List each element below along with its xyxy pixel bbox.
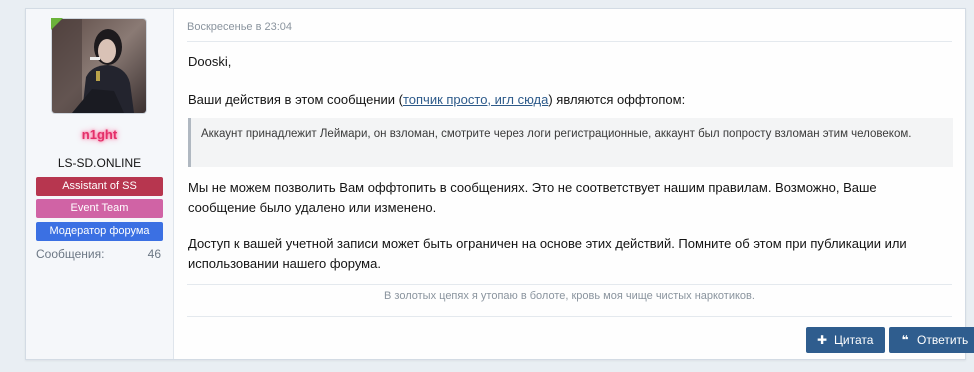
forum-post: n1ght LS-SD.ONLINE Assistant of SS Event…: [25, 8, 974, 360]
quote-button-label: Цитата: [834, 333, 874, 347]
quote-button[interactable]: ✚ Цитата: [806, 327, 885, 353]
access-paragraph: Доступ к вашей учетной записи может быть…: [188, 236, 907, 271]
divider: [187, 41, 952, 42]
message-count-label: Сообщения:: [36, 247, 105, 261]
actions-prefix: Ваши действия в этом сообщении (: [188, 92, 403, 107]
actions-paragraph: Ваши действия в этом сообщении (топчик п…: [188, 90, 685, 110]
message-count: Сообщения: 46: [36, 247, 163, 261]
user-avatar[interactable]: [51, 18, 147, 114]
user-banner-event-team: Event Team: [36, 199, 163, 218]
quote-block: Аккаунт принадлежит Леймари, он взломан,…: [188, 118, 953, 167]
quote-marks-icon: ❝: [901, 333, 909, 347]
reply-button[interactable]: ❝ Ответить: [889, 327, 974, 353]
rules-paragraph: Мы не можем позволить Вам оффтопить в со…: [188, 180, 877, 215]
plus-icon: ✚: [816, 333, 828, 347]
signature-divider-bottom: [187, 316, 952, 317]
username[interactable]: n1ght: [26, 127, 173, 142]
user-banner-assistant: Assistant of SS: [36, 177, 163, 196]
post-content: Воскресенье в 23:04 Dooski, Ваши действи…: [174, 9, 974, 359]
actions-suffix: ) являются оффтопом:: [548, 92, 686, 107]
online-indicator: [51, 18, 63, 30]
user-banner-moderator: Модератор форума: [36, 222, 163, 241]
offtopic-message-link[interactable]: топчик просто, игл сюда: [403, 92, 548, 107]
post-date[interactable]: Воскресенье в 23:04: [187, 21, 292, 33]
user-title: LS-SD.ONLINE: [57, 156, 142, 170]
user-signature: В золотых цепях я утопаю в болоте, кровь…: [384, 290, 755, 302]
greeting-text: Dooski,: [188, 54, 232, 69]
signature-divider-top: [187, 284, 952, 285]
user-info-panel: n1ght LS-SD.ONLINE Assistant of SS Event…: [26, 9, 174, 359]
reply-button-label: Ответить: [917, 333, 969, 347]
message-count-value[interactable]: 46: [148, 247, 161, 261]
